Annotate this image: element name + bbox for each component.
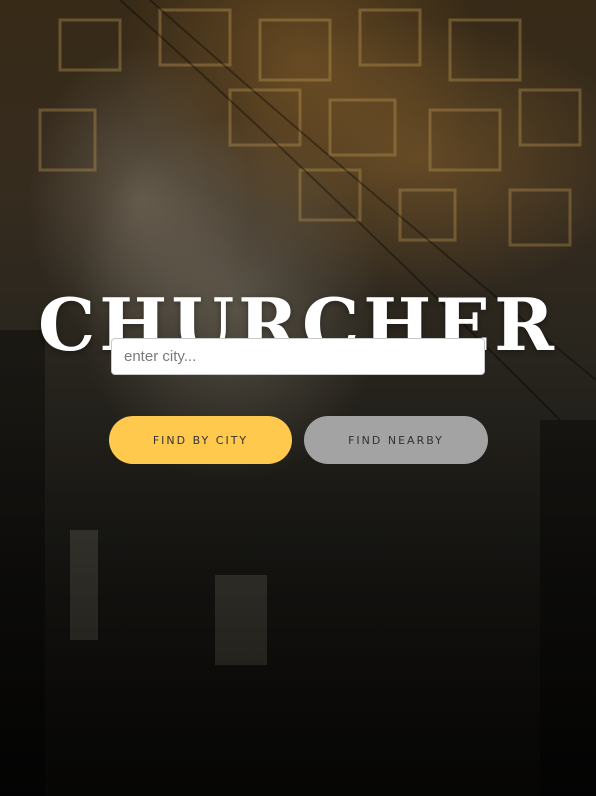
dark-overlay [0, 0, 596, 796]
hero-section: CHURCHER FIND BY CITY FIND NEARBY [0, 0, 596, 796]
find-by-city-button[interactable]: FIND BY CITY [109, 416, 292, 464]
city-search-input[interactable] [111, 338, 485, 375]
find-nearby-button[interactable]: FIND NEARBY [304, 416, 488, 464]
